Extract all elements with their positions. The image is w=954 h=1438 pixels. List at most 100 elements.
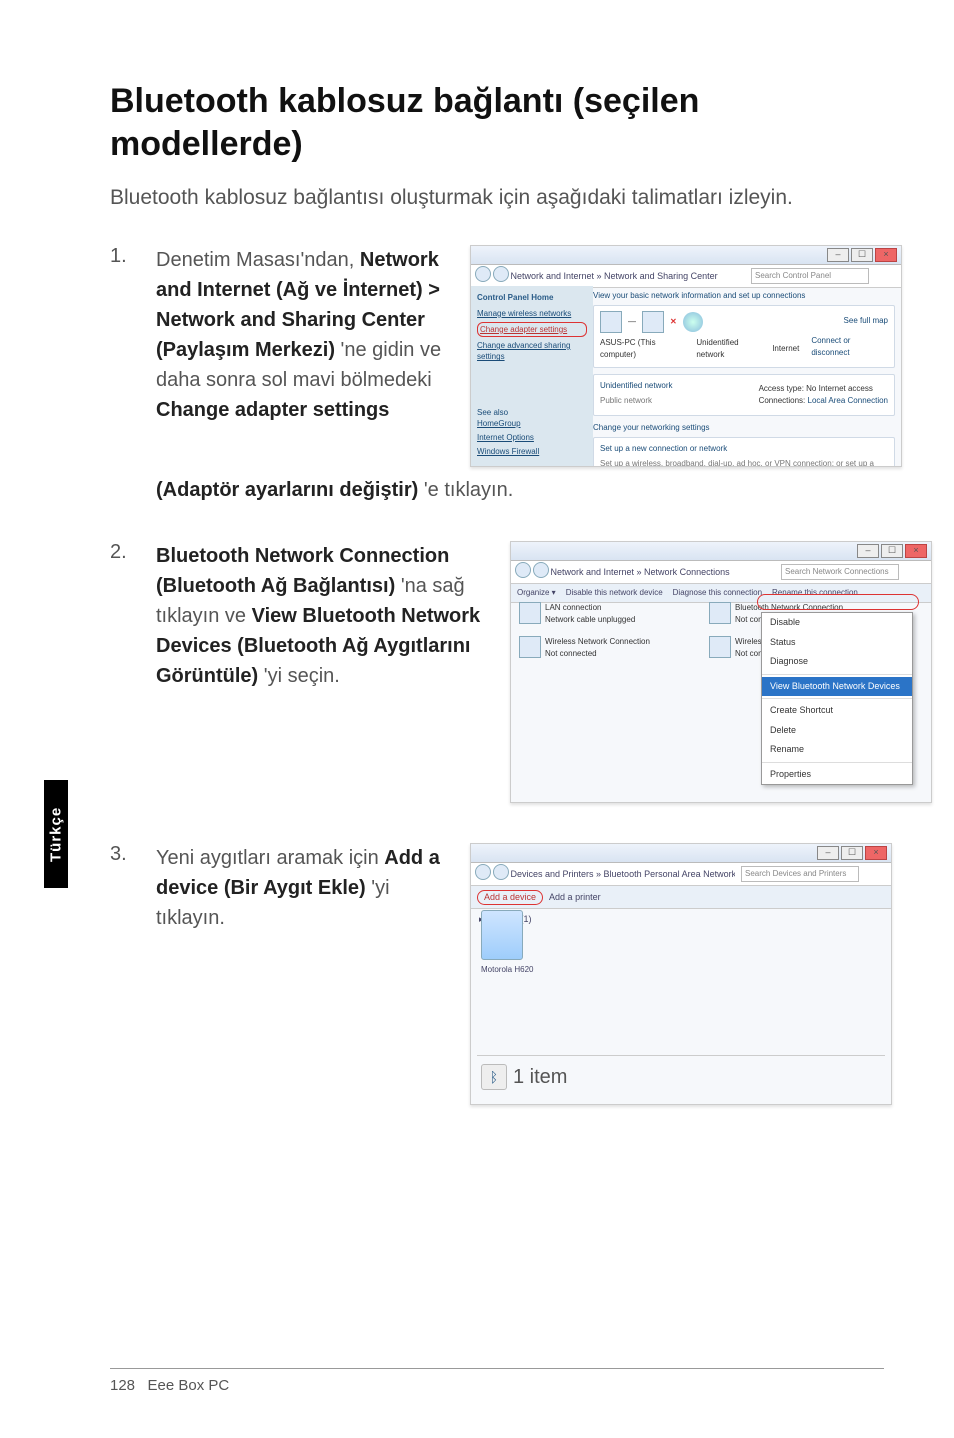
step-3: 3. Yeni aygıtları aramak için Add a devi… [110, 843, 884, 1105]
task-desc: Set up a wireless, broadband, dial-up, a… [600, 458, 888, 467]
bluetooth-icon: ᛒ [481, 1064, 507, 1090]
search-field[interactable]: Search Network Connections [781, 564, 899, 580]
change-settings-header: Change your networking settings [593, 422, 895, 434]
active-networks: Unidentified network Public network Acce… [593, 374, 895, 416]
see-also-header: See also [477, 407, 539, 418]
toolbar-item[interactable]: Organize ▾ [517, 587, 556, 599]
screenshot-network-connections: – ☐ × « Network and Internet » Network C… [510, 541, 932, 803]
conn-title: LAN connection [545, 602, 635, 614]
network-map: — ✕ See full map ASUS-PC (This computer) [593, 305, 895, 368]
bold: (Adaptör ayarlarını değiştir) [156, 479, 418, 501]
screenshot-add-device: – ☐ × « Devices and Printers » Bluetooth… [470, 843, 892, 1105]
menu-item[interactable]: Rename [762, 740, 912, 760]
text: Yeni aygıtları aramak için [156, 847, 384, 869]
text: Denetim Masası'ndan, [156, 249, 360, 271]
active-net-name: Unidentified network [600, 380, 672, 392]
sidebar-link-change-adapter[interactable]: Change adapter settings [477, 322, 587, 337]
network-icon [642, 311, 664, 333]
adapter-icon [519, 636, 541, 658]
address-text: « Network and Internet » Network and Sha… [503, 270, 745, 284]
left-sidebar: Control Panel Home Manage wireless netwo… [471, 286, 593, 466]
text: 'yi seçin. [264, 665, 340, 687]
callout-highlight [757, 594, 919, 610]
close-button[interactable]: × [875, 248, 897, 262]
search-field[interactable]: Search Control Panel [751, 268, 869, 284]
address-bar[interactable]: « Network and Internet » Network Connect… [511, 561, 931, 584]
toolbar: Add a device Add a printer [471, 886, 891, 909]
step-number: 3. [110, 843, 156, 866]
screenshot-network-sharing-center: – ☐ × « Network and Internet » Network a… [470, 245, 902, 467]
address-text: « Network and Internet » Network Connect… [543, 566, 775, 580]
step-1: 1. Denetim Masası'ndan, Network and Inte… [110, 245, 884, 467]
step-3-text: Yeni aygıtları aramak için Add a device … [156, 843, 446, 933]
language-tab: Türkçe [44, 780, 68, 888]
minimize-button[interactable]: – [817, 846, 839, 860]
toolbar-item[interactable]: Disable this network device [566, 587, 663, 599]
address-text: « Devices and Printers » Bluetooth Perso… [503, 868, 735, 882]
task-title: Set up a new connection or network [600, 443, 888, 455]
item-count: 1 item [513, 1062, 567, 1092]
status-bar: ᛒ 1 item [477, 1055, 885, 1098]
see-also-link[interactable]: HomeGroup [477, 418, 539, 429]
connect-link[interactable]: Connect or disconnect [811, 335, 888, 359]
bold: Change adapter settings [156, 399, 389, 421]
menu-item[interactable]: Disable [762, 613, 912, 633]
menu-separator [762, 762, 912, 763]
address-bar[interactable]: « Network and Internet » Network and Sha… [471, 265, 901, 288]
add-printer-button[interactable]: Add a printer [549, 891, 601, 905]
conn-title: Wireless Network Connection [545, 636, 650, 648]
step-list-cont: 2. Bluetooth Network Connection (Bluetoo… [110, 541, 884, 1105]
maximize-button[interactable]: ☐ [851, 248, 873, 262]
menu-item-view-bluetooth-devices[interactable]: View Bluetooth Network Devices [762, 677, 912, 697]
page-title: Bluetooth kablosuz bağlantı (seçilen mod… [110, 80, 884, 165]
see-also-link[interactable]: Windows Firewall [477, 446, 539, 457]
full-map-link[interactable]: See full map [844, 315, 888, 327]
connection-item[interactable]: LAN connection Network cable unplugged [519, 602, 689, 626]
adapter-icon [519, 602, 541, 624]
intro-text: Bluetooth kablosuz bağlantısı oluşturmak… [110, 183, 884, 213]
main-panel: View your basic network information and … [593, 290, 895, 460]
product-name: Eee Box PC [148, 1377, 230, 1394]
see-also: See also HomeGroup Internet Options Wind… [477, 407, 539, 461]
menu-item[interactable]: Diagnose [762, 652, 912, 672]
section-header[interactable]: ▸ Devices (1) [471, 909, 891, 931]
label: Access type: [759, 384, 804, 393]
sidebar-link[interactable]: Change advanced sharing settings [477, 340, 587, 362]
menu-item[interactable]: Status [762, 633, 912, 653]
minimize-button[interactable]: – [857, 544, 879, 558]
menu-separator [762, 698, 912, 699]
connection-link[interactable]: Local Area Connection [808, 396, 889, 405]
device-label: Motorola H620 [481, 964, 533, 976]
close-button[interactable]: × [865, 846, 887, 860]
label: Internet [772, 343, 799, 355]
conn-status: Network cable unplugged [545, 614, 635, 626]
menu-separator [762, 674, 912, 675]
adapter-icon [709, 602, 731, 624]
address-bar[interactable]: « Devices and Printers » Bluetooth Perso… [471, 863, 891, 886]
step-list: 1. Denetim Masası'ndan, Network and Inte… [110, 245, 884, 467]
toolbar-item[interactable]: Diagnose this connection [673, 587, 762, 599]
close-button[interactable]: × [905, 544, 927, 558]
internet-icon [683, 312, 703, 332]
text: 'e tıklayın. [424, 479, 513, 501]
window-titlebar: – ☐ × [471, 844, 891, 863]
device-item[interactable]: Motorola H620 [481, 910, 533, 976]
menu-item[interactable]: Delete [762, 721, 912, 741]
menu-item[interactable]: Create Shortcut [762, 701, 912, 721]
main-heading: View your basic network information and … [593, 290, 895, 302]
maximize-button[interactable]: ☐ [881, 544, 903, 558]
menu-item[interactable]: Properties [762, 765, 912, 785]
step-2: 2. Bluetooth Network Connection (Bluetoo… [110, 541, 884, 803]
page-footer: 128 Eee Box PC [110, 1368, 884, 1394]
minimize-button[interactable]: – [827, 248, 849, 262]
label: ASUS-PC (This computer) [600, 337, 690, 361]
see-also-link[interactable]: Internet Options [477, 432, 539, 443]
step-1-continuation: (Adaptör ayarlarını değiştir) 'e tıklayı… [156, 475, 884, 505]
connection-item[interactable]: Wireless Network Connection Not connecte… [519, 636, 689, 660]
no-connection-icon: ✕ [670, 316, 677, 328]
sidebar-link[interactable]: Manage wireless networks [477, 308, 587, 319]
maximize-button[interactable]: ☐ [841, 846, 863, 860]
add-device-button[interactable]: Add a device [477, 890, 543, 906]
task-item[interactable]: Set up a new connection or network Set u… [593, 437, 895, 467]
search-field[interactable]: Search Devices and Printers [741, 866, 859, 882]
